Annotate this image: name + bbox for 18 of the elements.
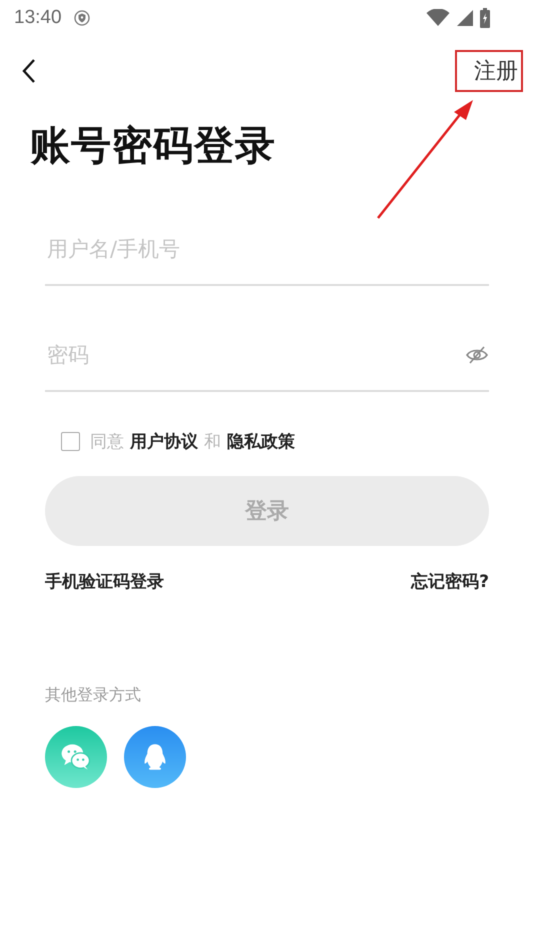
policy-link[interactable]: 隐私政策 (227, 430, 295, 452)
text-link[interactable]: 忘记密码? (411, 566, 489, 597)
highlight-frame (455, 50, 523, 92)
other-login-label: 其他登录方式 (45, 685, 142, 706)
register-link[interactable]: 注册 (468, 52, 524, 90)
status-time: 13:40 (14, 7, 62, 29)
username-field[interactable]: 用户名/手机号 (45, 236, 489, 262)
policy-link[interactable]: 用户协议 (130, 430, 198, 452)
password-field[interactable]: 密码 (45, 342, 465, 368)
signal-icon (456, 9, 474, 27)
agreement-text: 同意 用户协议 和 隐私政策 (90, 430, 295, 452)
shield-icon (74, 10, 90, 26)
back-icon[interactable] (22, 58, 36, 84)
agreement-checkbox[interactable] (61, 432, 80, 450)
wifi-icon (426, 9, 450, 27)
text-link[interactable]: 手机验证码登录 (45, 566, 164, 597)
battery-charging-icon (480, 8, 490, 28)
page-title: 账号密码登录 (30, 122, 277, 170)
